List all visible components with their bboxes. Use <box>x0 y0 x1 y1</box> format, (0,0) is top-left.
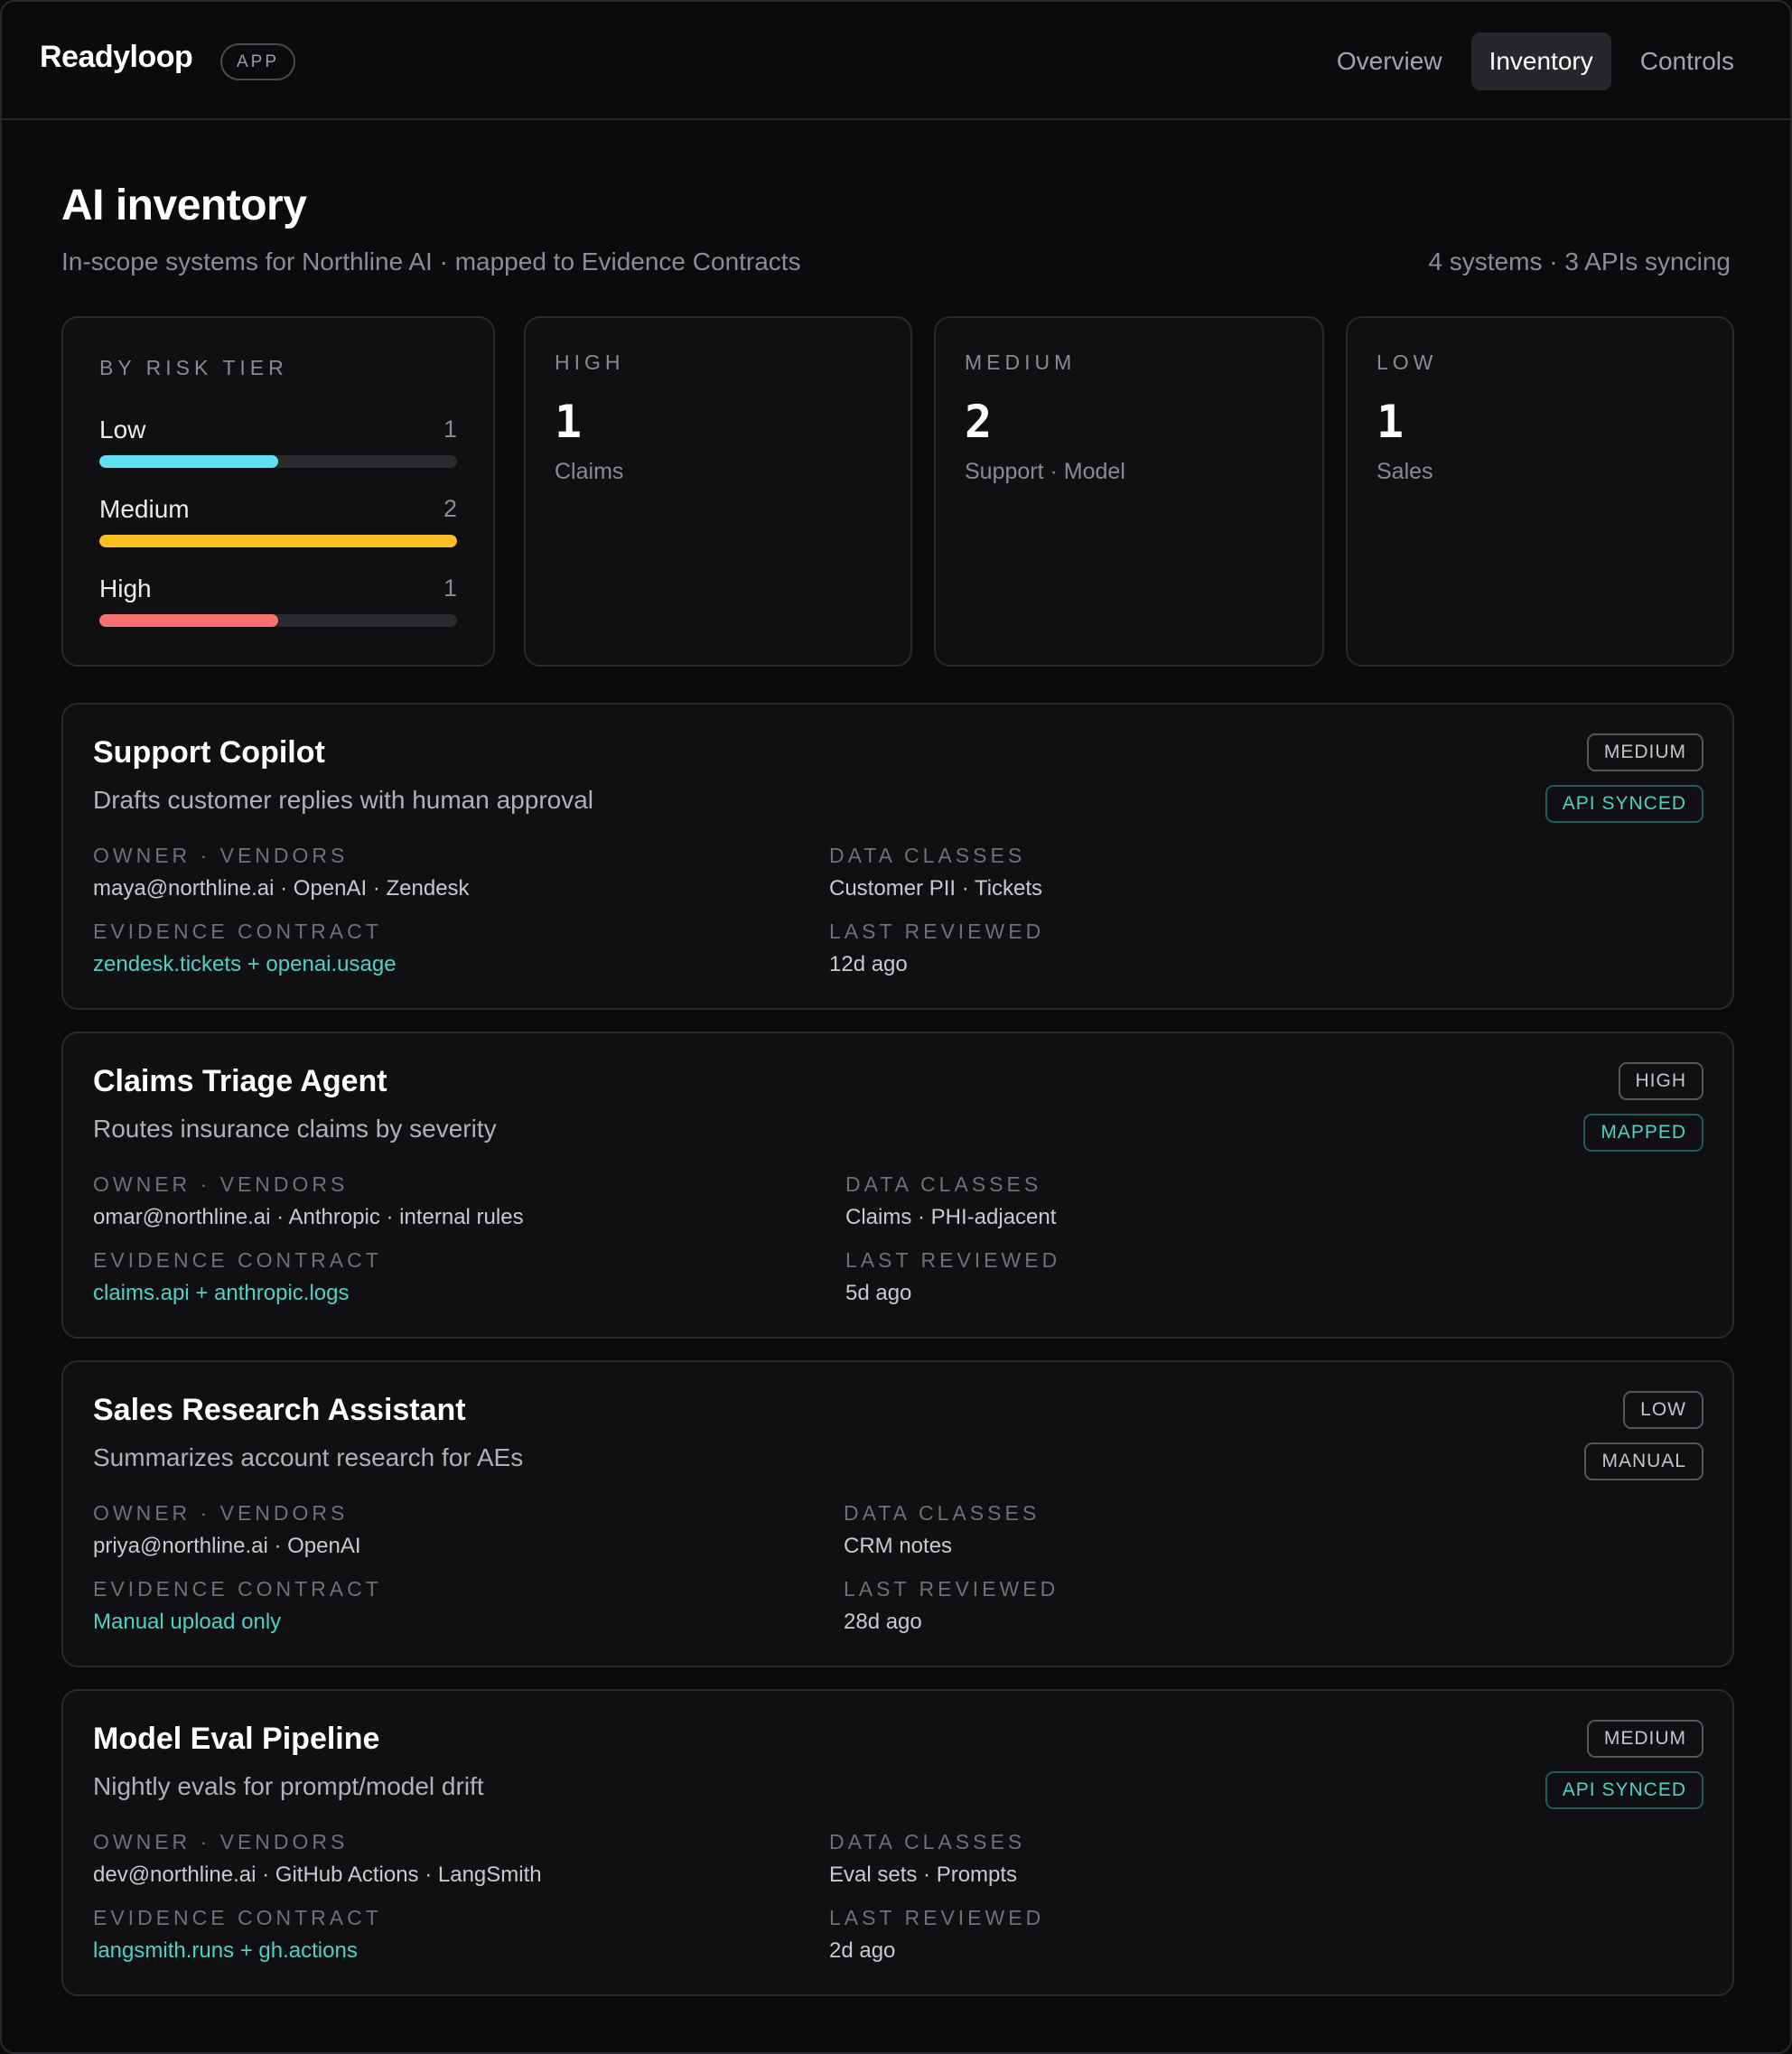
evidence-label: EVIDENCE CONTRACT <box>93 1906 382 1929</box>
stat-value: 2 <box>965 396 993 448</box>
last-reviewed-value: 2d ago <box>829 1938 896 1963</box>
tier-label: Low <box>99 415 146 443</box>
stat-label: MEDIUM <box>965 350 1077 374</box>
data-classes-value: CRM notes <box>844 1534 953 1558</box>
system-card-model-eval-pipeline[interactable]: Model Eval Pipeline Nightly evals for pr… <box>61 1689 1734 1996</box>
risk-tier-badge: LOW <box>1623 1391 1703 1429</box>
owner-vendors-value: maya@northline.ai · OpenAI · Zendesk <box>93 876 470 901</box>
app-window: Readyloop APP Overview Inventory Control… <box>0 0 1792 2054</box>
stat-card-high[interactable]: HIGH 1 Claims <box>524 316 912 667</box>
tier-count: 1 <box>443 415 457 443</box>
owner-vendors-value: dev@northline.ai · GitHub Actions · Lang… <box>93 1863 542 1887</box>
evidence-contract-link[interactable]: zendesk.tickets + openai.usage <box>93 952 397 977</box>
stat-sublabel: Claims <box>555 459 624 484</box>
sync-status-badge: API SYNCED <box>1545 785 1703 823</box>
system-card-sales-research-assistant[interactable]: Sales Research Assistant Summarizes acco… <box>61 1360 1734 1667</box>
data-classes-label: DATA CLASSES <box>844 1501 1041 1525</box>
page-subtitle: In-scope systems for Northline AI · mapp… <box>61 247 801 275</box>
system-card-support-copilot[interactable]: Support Copilot Drafts customer replies … <box>61 703 1734 1010</box>
tier-count: 2 <box>443 495 457 522</box>
data-classes-value: Customer PII · Tickets <box>829 876 1043 901</box>
tier-bar-track <box>99 535 457 547</box>
risk-tier-badge: MEDIUM <box>1586 733 1703 771</box>
owner-vendors-value: omar@northline.ai · Anthropic · internal… <box>93 1205 524 1229</box>
system-name[interactable]: Sales Research Assistant <box>93 1393 466 1428</box>
last-reviewed-label: LAST REVIEWED <box>845 1248 1061 1272</box>
owner-label: OWNER · VENDORS <box>93 1501 349 1525</box>
system-count-summary: 4 systems · 3 APIs syncing <box>1428 247 1731 275</box>
brand-logo[interactable]: Readyloop <box>40 40 193 75</box>
owner-label: OWNER · VENDORS <box>93 1830 349 1853</box>
last-reviewed-label: LAST REVIEWED <box>829 920 1045 943</box>
tab-controls[interactable]: Controls <box>1622 33 1752 90</box>
sync-status-badge: API SYNCED <box>1545 1771 1703 1809</box>
last-reviewed-value: 5d ago <box>845 1281 912 1305</box>
sync-status-badge: MANUAL <box>1584 1442 1703 1480</box>
system-description: Summarizes account research for AEs <box>93 1443 524 1471</box>
risk-tier-title: BY RISK TIER <box>99 356 288 379</box>
stat-card-medium[interactable]: MEDIUM 2 Support · Model <box>934 316 1324 667</box>
stat-sublabel: Support · Model <box>965 459 1125 484</box>
data-classes-label: DATA CLASSES <box>845 1172 1042 1196</box>
owner-label: OWNER · VENDORS <box>93 1172 349 1196</box>
stat-label: HIGH <box>555 350 625 374</box>
system-name[interactable]: Support Copilot <box>93 735 325 770</box>
tier-label: High <box>99 574 152 602</box>
last-reviewed-label: LAST REVIEWED <box>829 1906 1045 1929</box>
top-bar: Readyloop APP Overview Inventory Control… <box>2 2 1790 120</box>
evidence-label: EVIDENCE CONTRACT <box>93 920 382 943</box>
last-reviewed-value: 12d ago <box>829 952 908 976</box>
tier-bar-track <box>99 455 457 468</box>
tier-bar-fill <box>99 614 278 627</box>
evidence-contract-link[interactable]: claims.api + anthropic.logs <box>93 1281 349 1306</box>
tab-overview[interactable]: Overview <box>1319 33 1461 90</box>
evidence-contract-link[interactable]: Manual upload only <box>93 1610 281 1635</box>
system-description: Routes insurance claims by severity <box>93 1115 497 1143</box>
stat-label: LOW <box>1377 350 1438 374</box>
risk-tier-badge: HIGH <box>1618 1062 1703 1100</box>
tier-count: 1 <box>443 574 457 602</box>
system-name[interactable]: Claims Triage Agent <box>93 1064 387 1099</box>
tier-bar-track <box>99 614 457 627</box>
stat-value: 1 <box>555 396 583 448</box>
evidence-label: EVIDENCE CONTRACT <box>93 1248 382 1272</box>
data-classes-value: Eval sets · Prompts <box>829 1863 1018 1887</box>
last-reviewed-label: LAST REVIEWED <box>844 1577 1059 1601</box>
tier-bar-fill <box>99 535 457 547</box>
system-card-claims-triage-agent[interactable]: Claims Triage Agent Routes insurance cla… <box>61 1032 1734 1339</box>
owner-label: OWNER · VENDORS <box>93 844 349 867</box>
stat-value: 1 <box>1377 396 1405 448</box>
evidence-label: EVIDENCE CONTRACT <box>93 1577 382 1601</box>
tier-label: Medium <box>99 495 190 523</box>
system-name[interactable]: Model Eval Pipeline <box>93 1722 379 1757</box>
data-classes-value: Claims · PHI-adjacent <box>845 1205 1057 1229</box>
tier-bar-fill <box>99 455 278 468</box>
risk-tier-badge: MEDIUM <box>1586 1720 1703 1758</box>
stat-sublabel: Sales <box>1377 459 1433 484</box>
owner-vendors-value: priya@northline.ai · OpenAI <box>93 1534 361 1558</box>
stat-card-low[interactable]: LOW 1 Sales <box>1346 316 1734 667</box>
tab-inventory[interactable]: Inventory <box>1470 33 1611 90</box>
evidence-contract-link[interactable]: langsmith.runs + gh.actions <box>93 1938 358 1964</box>
sync-status-badge: MAPPED <box>1583 1114 1703 1152</box>
data-classes-label: DATA CLASSES <box>829 1830 1026 1853</box>
app-badge: APP <box>220 43 295 80</box>
system-description: Nightly evals for prompt/model drift <box>93 1772 484 1800</box>
main-nav: Overview Inventory Controls <box>1319 33 1752 90</box>
data-classes-label: DATA CLASSES <box>829 844 1026 867</box>
last-reviewed-value: 28d ago <box>844 1610 922 1634</box>
system-description: Drafts customer replies with human appro… <box>93 786 594 814</box>
page-title: AI inventory <box>61 182 307 229</box>
